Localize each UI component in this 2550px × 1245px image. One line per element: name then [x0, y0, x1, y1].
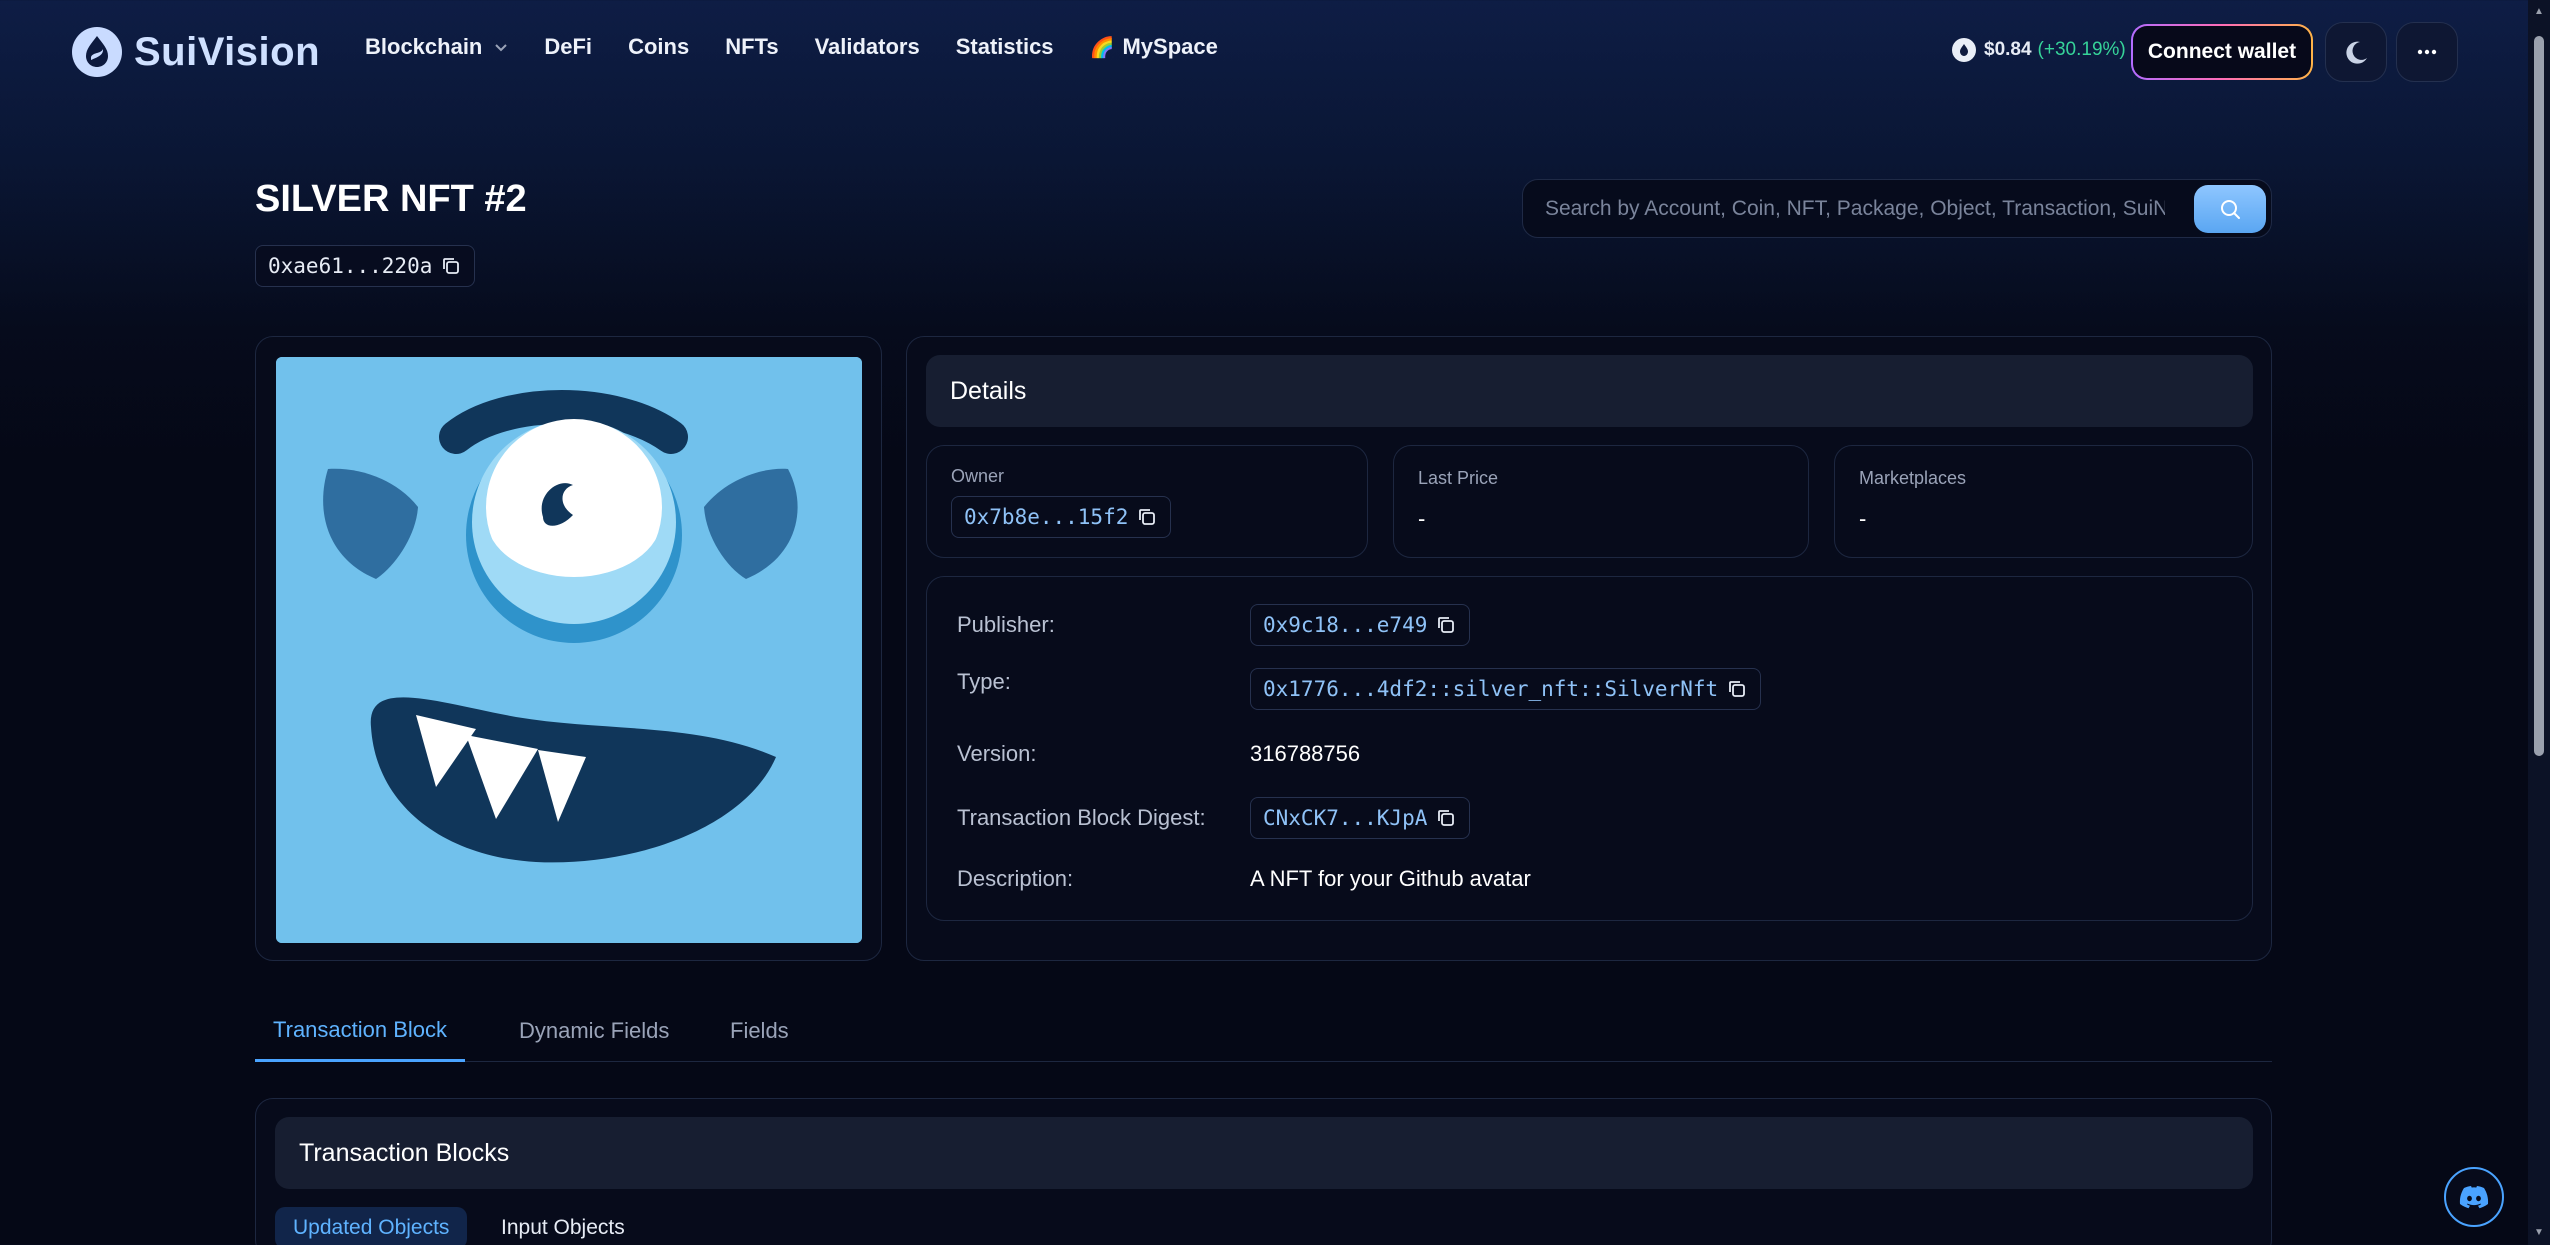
- subtab-input-objects[interactable]: Input Objects: [483, 1207, 643, 1245]
- marketplaces-label: Marketplaces: [1859, 468, 1967, 488]
- page-title: SILVER NFT #2: [255, 178, 527, 220]
- nft-image-card: [255, 336, 882, 961]
- more-menu-button[interactable]: [2396, 22, 2458, 82]
- theme-toggle-button[interactable]: [2325, 22, 2387, 82]
- owner-address-chip[interactable]: 0x7b8e...15f2: [951, 496, 1172, 538]
- nav-label: Validators: [814, 34, 920, 59]
- last-price-stat: Last Price -: [1393, 445, 1809, 558]
- object-info: Publisher: 0x9c18...e749 Type: 0x1776...…: [926, 576, 2253, 921]
- discord-icon: [2459, 1186, 2489, 1209]
- search-bar: [1522, 179, 2272, 238]
- owner-address: 0x7b8e...15f2: [964, 505, 1129, 529]
- publisher-value: 0x9c18...e749: [1263, 613, 1428, 637]
- marketplaces-stat: Marketplaces -: [1834, 445, 2253, 558]
- more-dots-icon: [2417, 49, 2437, 55]
- nav-myspace[interactable]: 🌈 MySpace: [1090, 34, 1218, 60]
- type-chip[interactable]: 0x1776...4df2::silver_nft::SilverNft: [1250, 668, 1762, 710]
- search-input[interactable]: [1545, 180, 2165, 237]
- tab-dynamic-fields[interactable]: Dynamic Fields: [501, 1000, 687, 1062]
- digest-label: Transaction Block Digest:: [957, 805, 1206, 830]
- brand-name: SuiVision: [134, 29, 321, 74]
- sui-price: $0.84 (+30.19%): [1952, 38, 2126, 62]
- moon-icon: [2346, 41, 2367, 64]
- object-id: 0xae61...220a: [268, 254, 433, 278]
- type-row: Type: 0x1776...4df2::silver_nft::SilverN…: [957, 667, 1762, 711]
- transaction-blocks-heading: Transaction Blocks: [275, 1117, 2253, 1189]
- page-scrollbar[interactable]: ▲ ▼: [2528, 0, 2550, 1245]
- chevron-down-icon: [495, 44, 508, 52]
- sui-coin-icon: [1952, 38, 1976, 62]
- object-id-chip[interactable]: 0xae61...220a: [255, 245, 476, 287]
- publisher-row: Publisher: 0x9c18...e749: [957, 603, 1471, 647]
- connect-wallet-button[interactable]: Connect wallet: [2131, 24, 2313, 80]
- marketplaces-value: -: [1859, 506, 1867, 531]
- sui-drop-icon: [72, 27, 122, 77]
- nav-label: MySpace: [1122, 34, 1218, 59]
- nav-nfts[interactable]: NFTs: [725, 34, 778, 60]
- type-label: Type:: [957, 669, 1011, 694]
- details-heading: Details: [926, 355, 2253, 427]
- copy-icon[interactable]: [1435, 614, 1457, 636]
- details-card: Details Owner 0x7b8e...15f2 Last Price -…: [906, 336, 2272, 961]
- nav-validators[interactable]: Validators: [815, 34, 920, 60]
- tab-fields[interactable]: Fields: [712, 1000, 807, 1062]
- last-price-label: Last Price: [1418, 468, 1499, 488]
- copy-icon[interactable]: [1435, 807, 1457, 829]
- main-nav: Blockchain DeFi Coins NFTs Validators St…: [365, 34, 1254, 60]
- owner-stat: Owner 0x7b8e...15f2: [926, 445, 1368, 558]
- brand-logo[interactable]: SuiVision: [72, 26, 320, 78]
- scroll-up-icon[interactable]: ▲: [2533, 6, 2545, 18]
- copy-icon[interactable]: [440, 255, 462, 277]
- version-label: Version:: [957, 741, 1037, 766]
- publisher-chip[interactable]: 0x9c18...e749: [1250, 604, 1471, 646]
- monster-avatar-icon: [276, 357, 862, 943]
- digest-row: Transaction Block Digest: CNxCK7...KJpA: [957, 796, 1471, 840]
- digest-value: CNxCK7...KJpA: [1263, 806, 1428, 830]
- tab-transaction-block[interactable]: Transaction Block: [255, 1000, 466, 1062]
- nft-image[interactable]: [276, 357, 862, 943]
- search-icon: [2221, 200, 2240, 219]
- object-tabs: Transaction Block Dynamic Fields Fields: [255, 1000, 2272, 1062]
- nav-label: Coins: [628, 34, 690, 59]
- top-header: SuiVision Blockchain DeFi Coins NFTs Val…: [0, 0, 2528, 105]
- price-value: $0.84: [1984, 39, 2032, 60]
- scrollbar-thumb[interactable]: [2534, 36, 2544, 756]
- subtab-updated-objects[interactable]: Updated Objects: [275, 1207, 468, 1245]
- nav-label: Statistics: [955, 34, 1054, 59]
- version-row: Version: 316788756: [957, 732, 1360, 776]
- description-value: A NFT for your Github avatar: [1250, 866, 1531, 891]
- description-label: Description:: [957, 866, 1074, 891]
- version-value: 316788756: [1250, 741, 1361, 766]
- type-value: 0x1776...4df2::silver_nft::SilverNft: [1263, 677, 1719, 701]
- owner-label: Owner: [951, 466, 1005, 486]
- rainbow-icon: 🌈: [1089, 36, 1115, 59]
- transaction-blocks-card: Transaction Blocks Updated Objects Input…: [255, 1098, 2272, 1245]
- digest-chip[interactable]: CNxCK7...KJpA: [1250, 797, 1471, 839]
- nav-label: NFTs: [725, 34, 779, 59]
- scroll-down-icon[interactable]: ▼: [2533, 1227, 2545, 1239]
- discord-button[interactable]: [2444, 1167, 2504, 1227]
- nav-label: DeFi: [544, 34, 593, 59]
- search-button[interactable]: [2194, 185, 2266, 233]
- description-row: Description: A NFT for your Github avata…: [957, 857, 1531, 901]
- last-price-value: -: [1418, 506, 1426, 531]
- publisher-label: Publisher:: [957, 612, 1055, 637]
- nav-label: Blockchain: [365, 34, 483, 59]
- price-change: (+30.19%): [2037, 39, 2126, 60]
- copy-icon[interactable]: [1136, 506, 1158, 528]
- nav-blockchain[interactable]: Blockchain: [365, 34, 508, 60]
- copy-icon[interactable]: [1726, 678, 1748, 700]
- nav-defi[interactable]: DeFi: [544, 34, 592, 60]
- nav-statistics[interactable]: Statistics: [956, 34, 1054, 60]
- nav-coins[interactable]: Coins: [628, 34, 689, 60]
